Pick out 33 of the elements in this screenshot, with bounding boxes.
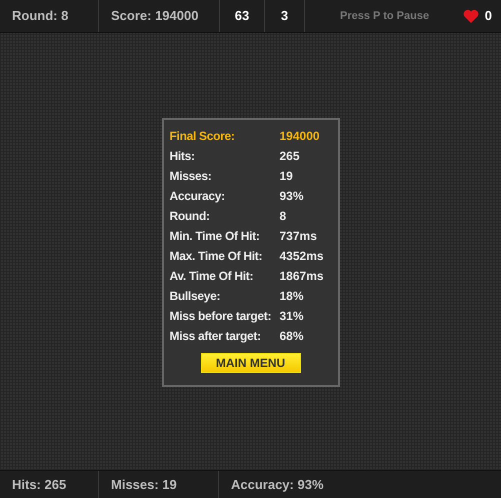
stat-value: 737ms [280, 228, 317, 245]
stat-label: Miss before target: [170, 308, 272, 325]
stat-value: 18% [280, 288, 304, 305]
pause-hint: Press P to Pause [340, 8, 430, 24]
heart-icon [462, 9, 479, 23]
counter: 3 [280, 7, 288, 26]
stat-label: Max. Time Of Hit: [170, 248, 264, 265]
stat-value: 265 [280, 148, 300, 165]
stat-value: 93% [280, 188, 304, 205]
counter: 63 [234, 7, 250, 26]
main-menu-button[interactable]: MAIN MENU [200, 353, 300, 373]
stat-value: 1867ms [280, 268, 324, 285]
stat-value: 68% [280, 328, 304, 345]
stat-value: 4352ms [280, 248, 324, 265]
stat-label: Miss after target: [170, 328, 262, 345]
stat-value: 19 [280, 168, 293, 185]
stat-label: Accuracy: [170, 188, 226, 205]
misses-label: Misses: 19 [111, 476, 177, 494]
lives-count: 0 [484, 7, 492, 26]
hits-label: Hits: 265 [12, 476, 66, 494]
accuracy-label: Accuracy: 93% [231, 476, 324, 494]
stat-label: Round: [170, 208, 211, 225]
stat-label: Av. Time Of Hit: [170, 268, 254, 285]
stat-label: Hits: [170, 148, 196, 165]
stat-label: Misses: [170, 168, 212, 185]
stat-value: 31% [280, 308, 304, 325]
stat-label: Min. Time Of Hit: [170, 228, 261, 245]
stat-label: Final Score: [170, 128, 236, 145]
score-label: Score: 194000 [111, 7, 198, 26]
round-label: Round: 8 [12, 7, 68, 26]
stat-label: Bullseye: [170, 288, 222, 305]
stat-value: 8 [280, 208, 286, 225]
stat-value: 194000 [280, 128, 320, 145]
